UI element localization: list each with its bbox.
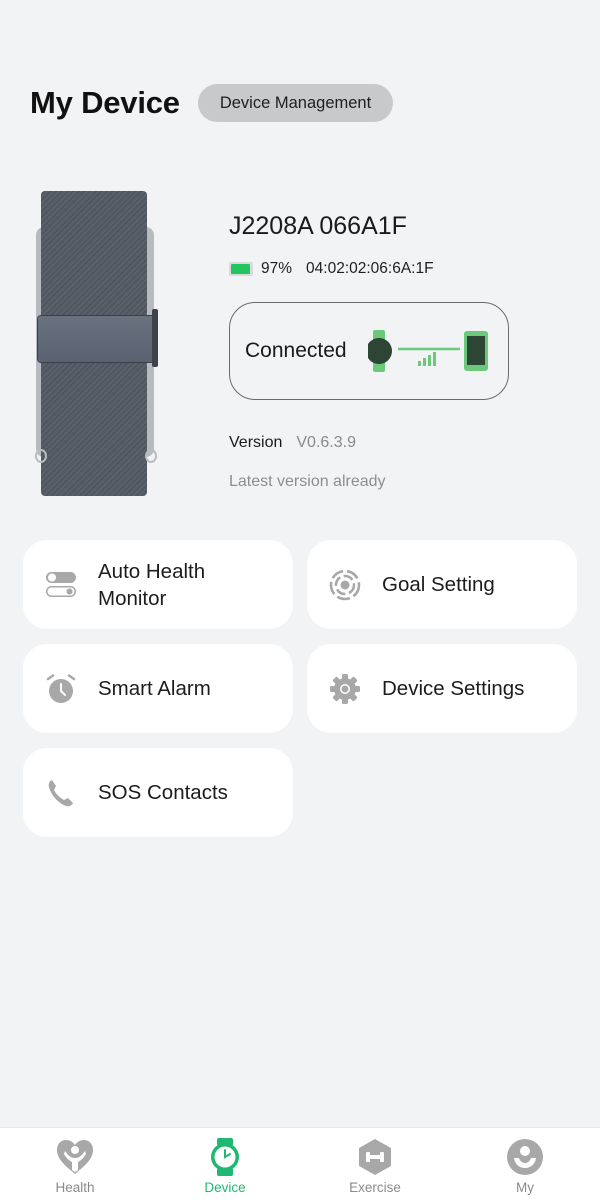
nav-tab-my[interactable]: My <box>450 1128 600 1200</box>
tile-label: SOS Contacts <box>98 781 228 804</box>
device-management-button[interactable]: Device Management <box>197 84 394 122</box>
version-value: V0.6.3.9 <box>296 434 356 451</box>
target-icon <box>329 569 361 601</box>
nav-label: Device <box>204 1180 246 1195</box>
health-heart-icon <box>55 1137 95 1177</box>
watch-face-shape <box>368 338 392 364</box>
tile-label: Device Settings <box>382 677 525 700</box>
bottom-navigation: Health Device Exercise My <box>0 1127 600 1200</box>
smart-alarm-button[interactable]: Smart Alarm <box>23 644 293 733</box>
nav-label: Health <box>55 1180 95 1195</box>
tile-label: Auto Health Monitor <box>98 559 206 610</box>
band-button <box>152 309 158 367</box>
watch-icon <box>205 1137 245 1177</box>
toggle-icon <box>45 569 77 601</box>
firmware-version: Version V0.6.3.9 <box>229 434 356 452</box>
fitness-band-image <box>34 191 158 496</box>
nav-tab-health[interactable]: Health <box>0 1128 150 1200</box>
band-ring-right <box>145 449 157 463</box>
nav-tab-exercise[interactable]: Exercise <box>300 1128 450 1200</box>
device-settings-button[interactable]: Device Settings <box>307 644 577 733</box>
connection-status-box[interactable]: Connected <box>229 302 509 400</box>
header: My Device Device Management <box>30 84 394 122</box>
connection-status-label: Connected <box>245 339 347 362</box>
dumbbell-icon <box>355 1137 395 1177</box>
tile-label: Smart Alarm <box>98 677 211 700</box>
page-title: My Device <box>30 85 180 120</box>
signal-bar-2 <box>423 358 426 366</box>
version-label: Version <box>229 434 283 451</box>
update-status[interactable]: Latest version already <box>229 473 386 491</box>
signal-bar-4 <box>433 352 436 366</box>
gear-icon <box>329 673 361 705</box>
phone-icon <box>45 777 77 809</box>
battery-icon <box>229 262 253 276</box>
goal-setting-button[interactable]: Goal Setting <box>307 540 577 629</box>
signal-bar-3 <box>428 355 431 366</box>
device-status-line: 97% 04:02:02:06:6A:1F <box>229 260 434 278</box>
phone-screen-shape <box>467 336 485 365</box>
band-clasp <box>38 316 156 362</box>
profile-icon <box>505 1137 545 1177</box>
auto-health-monitor-button[interactable]: Auto Health Monitor <box>23 540 293 629</box>
nav-label: Exercise <box>349 1180 401 1195</box>
battery-level-fill <box>231 264 251 274</box>
nav-tab-device[interactable]: Device <box>150 1128 300 1200</box>
battery-percent: 97% <box>261 260 293 277</box>
signal-bar-1 <box>418 361 421 366</box>
mac-address: 04:02:02:06:6A:1F <box>306 260 434 277</box>
device-name: J2208A 066A1F <box>229 212 407 240</box>
sos-contacts-button[interactable]: SOS Contacts <box>23 748 293 837</box>
nav-label: My <box>516 1180 534 1195</box>
band-ring-left <box>35 449 47 463</box>
alarm-clock-icon <box>45 673 77 705</box>
tile-label: Goal Setting <box>382 573 495 596</box>
watch-phone-connection-icon <box>368 330 488 372</box>
